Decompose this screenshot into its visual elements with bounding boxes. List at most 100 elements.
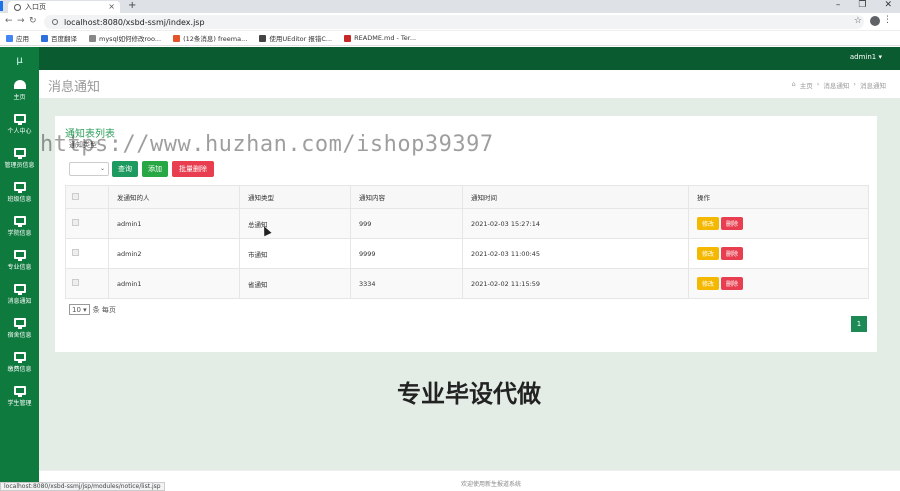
monitor-icon	[13, 181, 26, 193]
monitor-icon	[13, 215, 26, 227]
row-select-cell	[65, 208, 109, 239]
page-size-control: 10 ▾ 条 每页	[69, 304, 116, 315]
dashboard-icon	[13, 79, 26, 89]
table-row: admin2 市通知 9999 2021-02-03 11:00:45 修改 删除	[65, 238, 869, 269]
back-icon[interactable]: ←	[5, 16, 13, 26]
bookmark-label: mysql如何修改roo...	[99, 35, 162, 43]
row-checkbox[interactable]	[72, 279, 79, 286]
sidebar-item-label: 班级信息	[7, 195, 32, 203]
reload-icon[interactable]: ↻	[29, 16, 37, 26]
bookmark-favicon-icon	[259, 34, 267, 42]
bookmark-favicon-icon	[173, 34, 181, 42]
sidebar-item[interactable]: 专业信息	[0, 243, 39, 277]
bookmark-favicon-icon	[6, 34, 13, 42]
edit-button[interactable]: 修改	[697, 277, 719, 290]
promo-overlay-text: 专业毕设代做	[397, 380, 541, 408]
site-info-icon[interactable]	[52, 19, 58, 25]
row-checkbox[interactable]	[72, 249, 79, 256]
bookmarks-bar: 应用 百度翻译 mysql如何修改roo... (12条消息) freema... 使用…	[0, 31, 900, 46]
col-type: 通知类型	[239, 185, 351, 209]
notice-type-select[interactable]: ⌄	[69, 162, 109, 176]
cell-actions: 修改 删除	[688, 208, 869, 239]
home-icon: ⌂	[791, 80, 796, 88]
delete-button[interactable]: 删除	[721, 277, 743, 290]
sidebar-item[interactable]: 消息通知	[0, 277, 39, 311]
row-checkbox[interactable]	[72, 219, 79, 226]
sidebar-item[interactable]: 宿舍信息	[0, 311, 39, 345]
sidebar-item[interactable]: 主页	[0, 73, 39, 107]
monitor-icon	[13, 113, 26, 125]
page-header: 消息通知 ⌂ 主页 › 消息通知 › 消息通知	[39, 70, 900, 98]
bookmark-favicon-icon	[344, 34, 352, 42]
forward-icon[interactable]: →	[17, 16, 25, 26]
top-navbar: admin1 ▾	[39, 47, 900, 70]
sidebar-item-label: 管理员信息	[4, 161, 35, 169]
breadcrumb-sep: ›	[816, 80, 820, 88]
monitor-icon	[13, 351, 26, 363]
bookmark-item[interactable]: README.md - Ter...	[344, 34, 416, 42]
edit-button[interactable]: 修改	[697, 217, 719, 230]
edit-button[interactable]: 修改	[697, 247, 719, 260]
page-size-suffix: 条 每页	[92, 305, 116, 314]
row-select-cell	[65, 238, 109, 269]
cell-time: 2021-02-03 15:27:14	[462, 208, 689, 239]
page-size-select[interactable]: 10 ▾	[69, 304, 90, 315]
page-button-1[interactable]: 1	[851, 316, 867, 332]
bookmark-item[interactable]: 使用UEditor 报错C...	[259, 33, 332, 43]
col-content: 通知内容	[350, 185, 463, 209]
bookmark-favicon-icon	[89, 34, 96, 42]
bookmark-item[interactable]: (12条消息) freema...	[173, 33, 247, 43]
monitor-icon	[13, 147, 26, 159]
restore-icon[interactable]: ❐	[858, 0, 866, 10]
breadcrumb-parent[interactable]: 消息通知	[823, 80, 849, 90]
sidebar-item-label: 学生管理	[7, 399, 32, 407]
cell-content: 9999	[350, 238, 463, 269]
url-bar[interactable]: localhost:8080/xsbd-ssmj/index.jsp	[44, 15, 864, 29]
profile-avatar[interactable]	[870, 16, 880, 26]
bookmark-star-icon[interactable]: ☆	[854, 16, 862, 26]
sidebar-item[interactable]: 学生管理	[0, 379, 39, 413]
browser-tab[interactable]: 入口页 ×	[8, 1, 120, 13]
bookmark-item[interactable]: mysql如何修改roo...	[89, 33, 161, 43]
sidebar-item[interactable]: 管理员信息	[0, 141, 39, 175]
notice-table: 发通知的人 通知类型 通知内容 通知时间 操作 admin1 总通知 999 2021…	[65, 185, 869, 299]
select-all-cell	[65, 185, 109, 209]
delete-button[interactable]: 删除	[721, 247, 743, 260]
minimize-icon[interactable]: –	[836, 0, 841, 10]
sidebar-item[interactable]: 班级信息	[0, 175, 39, 209]
bookmark-label: 使用UEditor 报错C...	[269, 35, 333, 43]
bookmark-item[interactable]: 应用	[6, 33, 29, 43]
cell-sender: admin1	[108, 268, 240, 299]
query-button[interactable]: 查询	[112, 161, 138, 177]
footer-text: 欢迎使用新生报道系统	[461, 481, 522, 488]
add-button[interactable]: 添加	[142, 161, 168, 177]
sidebar-item[interactable]: 个人中心	[0, 107, 39, 141]
browser-tabbar: 入口页 × + – ❐ ✕	[0, 0, 900, 13]
url-text: localhost:8080/xsbd-ssmj/index.jsp	[64, 17, 205, 27]
window-controls: – ❐ ✕	[836, 0, 892, 10]
new-tab-icon[interactable]: +	[128, 0, 136, 11]
monitor-icon	[13, 317, 26, 329]
sidebar-item[interactable]: 学院信息	[0, 209, 39, 243]
monitor-icon	[13, 385, 26, 397]
cell-time: 2021-02-02 11:15:59	[462, 268, 689, 299]
globe-icon	[14, 3, 21, 11]
close-window-icon[interactable]: ✕	[884, 0, 892, 10]
breadcrumb-sep: ›	[853, 80, 856, 88]
breadcrumb-home[interactable]: 主页	[800, 80, 813, 90]
bookmark-label: README.md - Ter...	[354, 34, 417, 42]
user-menu[interactable]: admin1 ▾	[850, 53, 882, 61]
sidebar-item[interactable]: 缴费信息	[0, 345, 39, 379]
status-bar-url: localhost:8080/xsbd-ssmj/jsp/modules/not…	[0, 482, 165, 491]
bookmark-item[interactable]: 百度翻译	[41, 33, 77, 43]
select-all-checkbox[interactable]	[72, 192, 79, 200]
bulk-delete-button[interactable]: 批量删除	[172, 161, 214, 177]
close-tab-icon[interactable]: ×	[108, 2, 115, 11]
browser-menu-icon[interactable]: ⋮	[883, 15, 892, 25]
bookmark-favicon-icon	[41, 34, 48, 42]
delete-button[interactable]: 删除	[721, 217, 743, 230]
logo: μ	[16, 54, 23, 66]
col-actions: 操作	[688, 185, 869, 209]
page-title: 消息通知	[48, 80, 101, 95]
cell-content: 3334	[350, 268, 463, 299]
